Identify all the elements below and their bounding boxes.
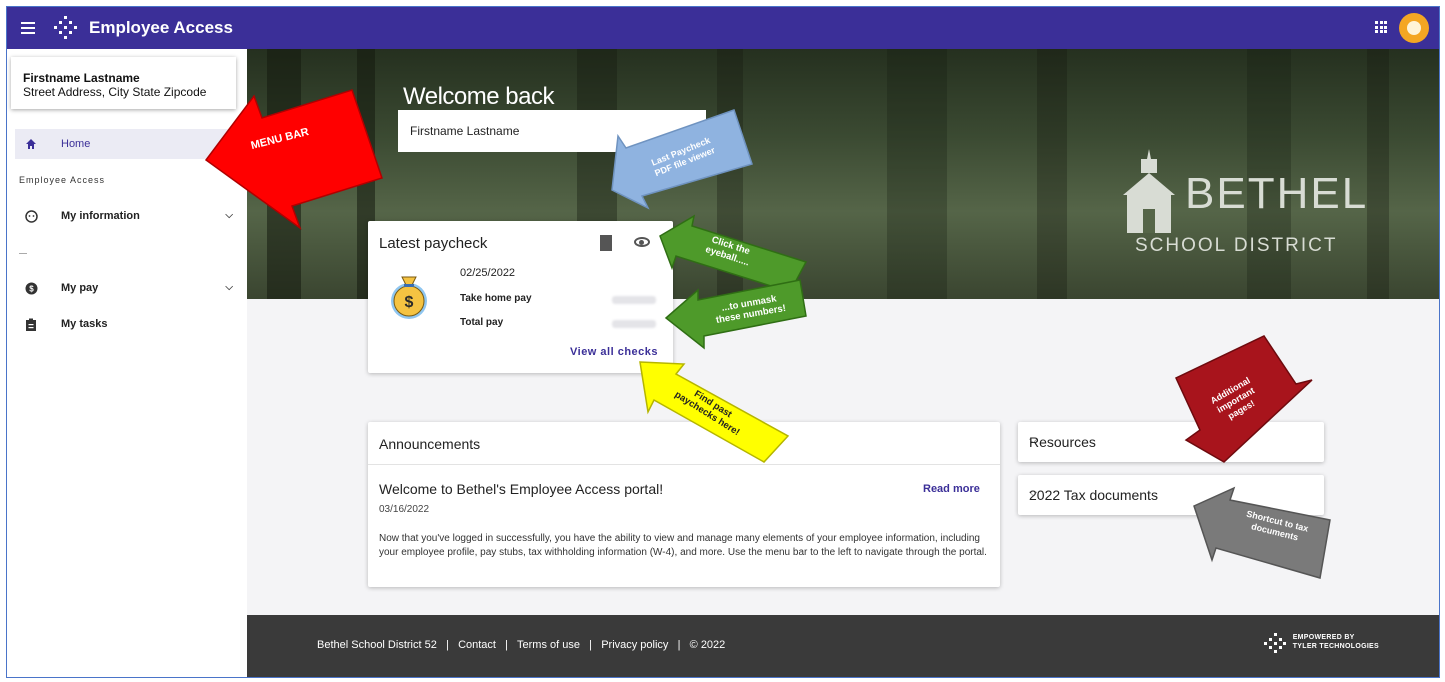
menu-bar-callout-arrow [204,89,383,231]
annotation-overlay [204,89,1331,579]
